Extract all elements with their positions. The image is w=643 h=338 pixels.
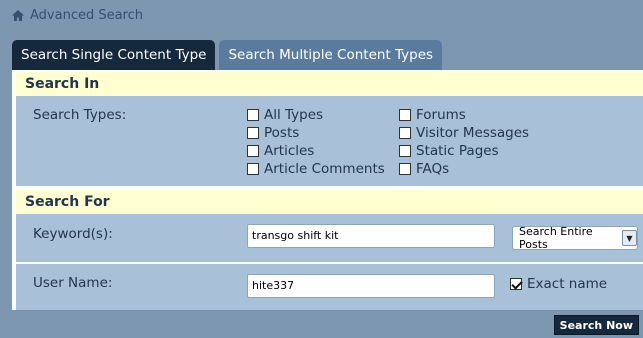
- checkbox[interactable]: [399, 109, 411, 121]
- type-static-pages[interactable]: Static Pages: [399, 142, 499, 160]
- breadcrumb-label[interactable]: Advanced Search: [30, 8, 143, 23]
- search-scope-select[interactable]: Search Entire Posts ▼: [512, 225, 638, 251]
- search-types-row: Search Types: All Types Posts Articles A…: [16, 96, 643, 186]
- type-article-comments[interactable]: Article Comments: [247, 160, 385, 178]
- type-visitor-messages[interactable]: Visitor Messages: [399, 124, 529, 142]
- keyword-row: Keyword(s): transgo shift kit Search Ent…: [16, 214, 643, 262]
- exact-name-label: Exact name: [527, 276, 608, 292]
- keyword-label: Keyword(s):: [33, 226, 113, 242]
- type-posts[interactable]: Posts: [247, 124, 299, 142]
- checkbox[interactable]: [247, 127, 259, 139]
- checkbox[interactable]: [247, 109, 259, 121]
- type-faqs[interactable]: FAQs: [399, 160, 449, 178]
- exact-name-option[interactable]: Exact name: [510, 275, 607, 293]
- username-input[interactable]: hite337: [247, 274, 495, 298]
- search-now-button[interactable]: Search Now: [553, 315, 639, 335]
- search-panel: Search In Search Types: All Types Posts …: [12, 70, 643, 310]
- search-types-label: Search Types:: [33, 107, 127, 123]
- type-articles[interactable]: Articles: [247, 142, 314, 160]
- tab-multiple-content-types[interactable]: Search Multiple Content Types: [219, 40, 443, 70]
- type-all-types[interactable]: All Types: [247, 106, 323, 124]
- exact-name-checkbox[interactable]: [510, 278, 522, 290]
- checkbox[interactable]: [399, 127, 411, 139]
- search-scope-value: Search Entire Posts: [519, 225, 593, 251]
- search-for-heading: Search For: [16, 190, 643, 214]
- tab-single-content-type[interactable]: Search Single Content Type: [12, 40, 216, 70]
- checkbox[interactable]: [399, 163, 411, 175]
- keyword-input[interactable]: transgo shift kit: [247, 224, 495, 248]
- breadcrumb: Advanced Search: [12, 8, 143, 23]
- home-icon[interactable]: [12, 10, 24, 21]
- chevron-down-icon[interactable]: ▼: [621, 230, 637, 246]
- checkbox[interactable]: [399, 145, 411, 157]
- search-in-heading: Search In: [16, 72, 643, 96]
- tab-bar: Search Single Content Type Search Multip…: [12, 40, 443, 70]
- type-forums[interactable]: Forums: [399, 106, 466, 124]
- username-label: User Name:: [33, 275, 113, 291]
- checkbox[interactable]: [247, 145, 259, 157]
- checkbox[interactable]: [247, 163, 259, 175]
- username-row: User Name: hite337 Exact name: [16, 264, 643, 310]
